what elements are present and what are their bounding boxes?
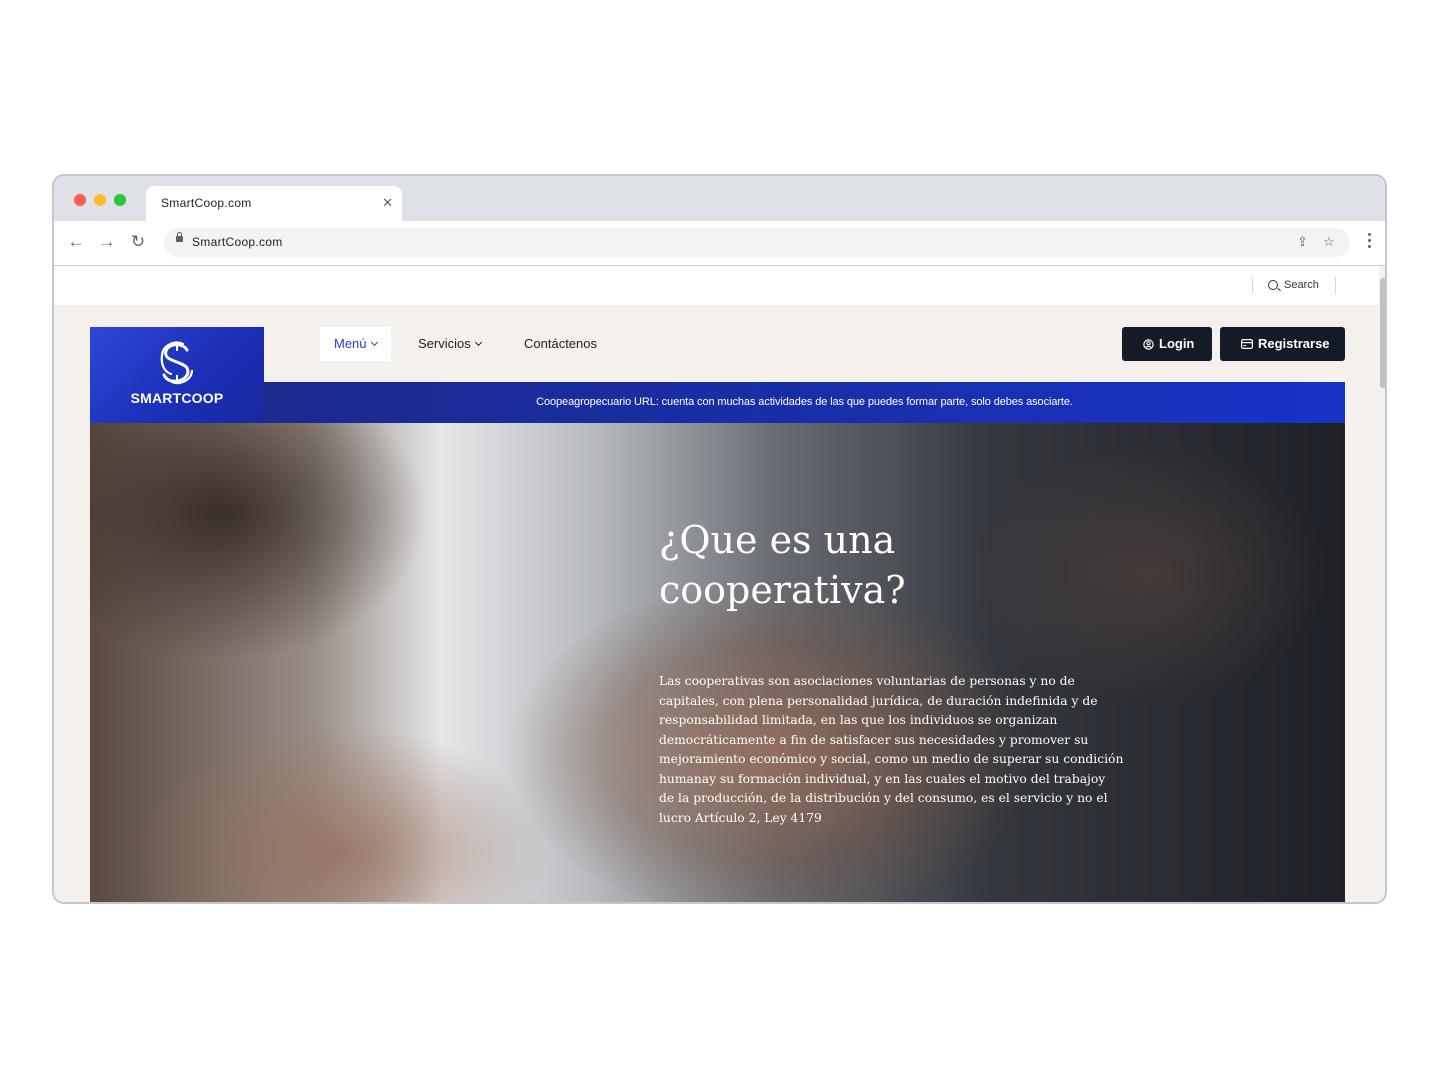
hero-body: Las cooperativas son asociaciones volunt…: [659, 674, 1124, 825]
login-button[interactable]: Login: [1122, 327, 1212, 361]
browser-tab[interactable]: SmartCoop.com ✕: [146, 186, 402, 221]
back-arrow-icon[interactable]: ←: [66, 232, 86, 252]
scrollbar-thumb[interactable]: [1380, 278, 1385, 388]
nav-contactenos-label: Contáctenos: [524, 336, 597, 351]
tab-title: SmartCoop.com: [161, 196, 252, 210]
nav-servicios-label: Servicios: [418, 336, 471, 351]
browser-window: SmartCoop.com ✕ ← → ↻ SmartCoop.com ⇪ ☆ …: [52, 174, 1387, 904]
logo-text: SMARTCOOP: [130, 390, 224, 406]
nav-servicios[interactable]: Servicios: [418, 327, 482, 361]
banner-text: Coopeagropecuario URL: cuenta con muchas…: [536, 396, 1073, 408]
announcement-banner: Coopeagropecuario URL: cuenta con muchas…: [264, 382, 1345, 423]
page-viewport: Search SMARTCOOP Menú Servicios Contácte…: [54, 266, 1385, 902]
hero-title: ¿Que es una cooperativa?: [659, 518, 906, 612]
nav-contactenos[interactable]: Contáctenos: [524, 327, 597, 361]
url-text: SmartCoop.com: [192, 235, 283, 249]
card-icon: [1241, 339, 1253, 349]
hero-section: ¿Que es una cooperativa? Las cooperativa…: [90, 423, 1345, 902]
hero-photo-person-bottom: [130, 723, 550, 902]
forward-arrow-icon[interactable]: →: [97, 232, 117, 252]
top-utility-bar: Search: [54, 266, 1385, 305]
share-icon[interactable]: ⇪: [1297, 234, 1308, 250]
hero-photo-person-right: [970, 443, 1330, 703]
logo-mark-icon: [160, 341, 194, 385]
chevron-down-icon: [370, 338, 378, 347]
browser-toolbar: ← → ↻ SmartCoop.com ⇪ ☆: [54, 221, 1385, 266]
hero-photo-person-left: [90, 423, 430, 663]
search-label: Search: [1284, 279, 1319, 291]
site-logo[interactable]: SMARTCOOP: [90, 327, 264, 423]
nav-menu-label: Menú: [334, 336, 367, 351]
star-icon[interactable]: ☆: [1323, 234, 1335, 250]
login-label: Login: [1159, 336, 1195, 351]
reload-icon[interactable]: ↻: [128, 232, 148, 252]
address-bar[interactable]: SmartCoop.com ⇪ ☆: [164, 228, 1350, 257]
register-button[interactable]: Registrarse: [1220, 327, 1345, 361]
close-window-button[interactable]: [74, 194, 86, 206]
nav-menu[interactable]: Menú: [320, 327, 391, 361]
more-vertical-icon[interactable]: [1368, 233, 1371, 251]
tab-bar: SmartCoop.com ✕: [54, 176, 1385, 221]
page-scrollbar[interactable]: [1379, 266, 1385, 902]
close-icon[interactable]: ✕: [382, 195, 393, 211]
minimize-window-button[interactable]: [94, 194, 106, 206]
lock-icon: [176, 232, 183, 242]
user-icon: [1143, 339, 1154, 350]
chevron-down-icon: [474, 338, 482, 347]
register-label: Registrarse: [1258, 336, 1330, 351]
search-icon: [1268, 280, 1278, 290]
maximize-window-button[interactable]: [114, 194, 126, 206]
search-button[interactable]: Search: [1252, 277, 1336, 294]
